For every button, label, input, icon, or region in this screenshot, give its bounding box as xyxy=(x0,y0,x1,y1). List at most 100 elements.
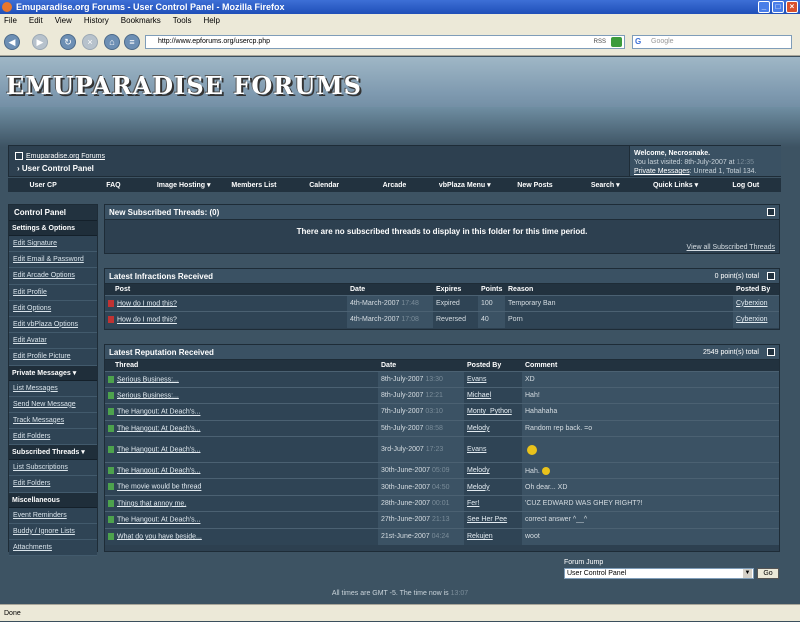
rep-thread-link[interactable]: What do you have beside... xyxy=(105,527,378,545)
nav-search[interactable]: Search ▾ xyxy=(570,181,640,189)
rep-posted-by[interactable]: Evans xyxy=(464,370,522,388)
rep-posted-by[interactable]: Melody xyxy=(464,419,522,437)
forum-logo[interactable]: EMUPARADISE FORUMS xyxy=(6,71,362,100)
breadcrumb-link[interactable]: Emuparadise.org Forums xyxy=(26,153,105,160)
reload-icon[interactable]: ↻ xyxy=(60,34,76,50)
rep-thread[interactable]: Things that annoy me. xyxy=(117,500,186,507)
back-icon[interactable]: ◀ xyxy=(4,34,20,50)
maximize-button[interactable]: □ xyxy=(772,1,784,13)
sidebar-item-attachments[interactable]: Attachments xyxy=(9,540,97,557)
rep-thread-link[interactable]: Serious Business:... xyxy=(105,370,378,388)
forum-jump-select[interactable]: User Control Panel xyxy=(564,568,754,579)
menu-history[interactable]: History xyxy=(84,14,109,28)
sidebar-item-track-messages[interactable]: Track Messages xyxy=(9,412,97,430)
view-all-subscribed-link[interactable]: View all Subscribed Threads xyxy=(687,244,775,251)
forward-icon[interactable]: ▶ xyxy=(32,34,48,50)
nav-quick-links[interactable]: Quick Links ▾ xyxy=(640,181,710,189)
sidebar-item-list-messages[interactable]: List Messages xyxy=(9,380,97,397)
history-icon[interactable]: ≡ xyxy=(124,34,140,50)
sidebar-item-buddy-ignore[interactable]: Buddy / Ignore Lists xyxy=(9,523,97,540)
rep-thread-link[interactable]: The Hangout: At Deach's... xyxy=(105,403,378,421)
close-button[interactable]: × xyxy=(786,1,798,13)
nav-log-out[interactable]: Log Out xyxy=(711,182,781,189)
rss-icon[interactable]: RSS xyxy=(594,36,606,48)
infraction-post[interactable]: How do I mod this? xyxy=(117,317,177,324)
rep-posted-by[interactable]: Melody xyxy=(464,478,522,496)
nav-arcade[interactable]: Arcade xyxy=(359,182,429,189)
rep-thread[interactable]: The Hangout: At Deach's... xyxy=(117,409,200,416)
sidebar-section-subscribed-threads[interactable]: Subscribed Threads ▾ xyxy=(9,445,97,461)
sidebar-item-send-message[interactable]: Send New Message xyxy=(9,396,97,413)
rep-posted-by[interactable]: Evans xyxy=(464,436,522,463)
subscribed-title-text: New Subscribed Threads: xyxy=(109,208,208,217)
stop-icon[interactable]: × xyxy=(82,34,98,50)
rep-thread-link[interactable]: Things that annoy me. xyxy=(105,494,378,512)
search-input[interactable]: G Google xyxy=(632,35,792,49)
sidebar-item-edit-vbplaza[interactable]: Edit vbPlaza Options xyxy=(9,316,97,334)
rep-thread-link[interactable]: The Hangout: At Deach's... xyxy=(105,419,378,437)
rep-thread[interactable]: The Hangout: At Deach's... xyxy=(117,446,200,453)
rep-thread[interactable]: The Hangout: At Deach's... xyxy=(117,517,200,524)
sidebar-item-edit-email[interactable]: Edit Email & Password xyxy=(9,252,97,269)
rep-thread-link[interactable]: The Hangout: At Deach's... xyxy=(105,511,378,529)
collapse-icon[interactable] xyxy=(767,208,775,216)
minimize-button[interactable]: _ xyxy=(758,1,770,13)
home-icon[interactable]: ⌂ xyxy=(104,34,120,50)
rep-posted-by[interactable]: Michael xyxy=(464,386,522,404)
go-icon[interactable] xyxy=(611,37,622,47)
collapse-icon[interactable] xyxy=(767,348,775,356)
rep-thread[interactable]: What do you have beside... xyxy=(117,533,202,540)
menu-help[interactable]: Help xyxy=(203,14,219,28)
infraction-posted-by[interactable]: Cyberxion xyxy=(733,294,779,312)
sidebar-item-edit-avatar[interactable]: Edit Avatar xyxy=(9,333,97,350)
sidebar-item-edit-pm-folders[interactable]: Edit Folders xyxy=(9,429,97,446)
menu-file[interactable]: File xyxy=(4,14,17,28)
no-threads-message: There are no subscribed threads to displ… xyxy=(296,227,588,236)
navigation-toolbar: ◀ ▶ ↻ × ⌂ ≡ http://www.epforums.org/user… xyxy=(0,28,800,56)
sidebar-item-edit-options[interactable]: Edit Options xyxy=(9,300,97,317)
sidebar-item-edit-sub-folders[interactable]: Edit Folders xyxy=(9,476,97,493)
private-messages-link[interactable]: Private Messages xyxy=(634,168,690,175)
menu-view[interactable]: View xyxy=(55,14,72,28)
rep-posted-by[interactable]: Monty_Python xyxy=(464,403,522,421)
nav-user-cp[interactable]: User CP xyxy=(8,182,78,189)
infraction-post-link[interactable]: How do I mod this? xyxy=(105,310,347,328)
rep-thread-link[interactable]: The Hangout: At Deach's... xyxy=(105,436,378,463)
rep-thread[interactable]: Serious Business:... xyxy=(117,392,179,399)
rep-thread-link[interactable]: The movie would be thread xyxy=(105,478,378,496)
nav-calendar[interactable]: Calendar xyxy=(289,182,359,189)
nav-vbplaza[interactable]: vbPlaza Menu ▾ xyxy=(430,181,500,189)
sidebar-section-private-messages[interactable]: Private Messages ▾ xyxy=(9,365,97,381)
infraction-posted-by[interactable]: Cyberxion xyxy=(733,310,779,328)
menu-tools[interactable]: Tools xyxy=(173,14,192,28)
rep-posted-by[interactable]: See Her Pee xyxy=(464,511,522,529)
sidebar-item-edit-signature[interactable]: Edit Signature xyxy=(9,236,97,253)
rep-posted-by[interactable]: Melody xyxy=(464,462,522,479)
rep-thread[interactable]: Serious Business:... xyxy=(117,376,179,383)
rep-thread[interactable]: The movie would be thread xyxy=(117,484,201,491)
sidebar-item-edit-arcade[interactable]: Edit Arcade Options xyxy=(9,268,97,285)
forum-jump-go-button[interactable]: Go xyxy=(757,568,779,579)
menu-edit[interactable]: Edit xyxy=(29,14,43,28)
rep-posted-by[interactable]: Fer! xyxy=(464,494,522,512)
infraction-post[interactable]: How do I mod this? xyxy=(117,300,177,307)
rep-posted-by[interactable]: Rekujen xyxy=(464,527,522,545)
rep-thread-link[interactable]: The Hangout: At Deach's... xyxy=(105,462,378,479)
infraction-post-link[interactable]: How do I mod this? xyxy=(105,294,347,312)
rep-thread[interactable]: The Hangout: At Deach's... xyxy=(117,467,200,474)
menu-bookmarks[interactable]: Bookmarks xyxy=(121,14,161,28)
nav-new-posts[interactable]: New Posts xyxy=(500,182,570,189)
nav-image-hosting[interactable]: Image Hosting ▾ xyxy=(149,181,219,189)
collapse-icon[interactable] xyxy=(767,272,775,280)
window-titlebar: Emuparadise.org Forums - User Control Pa… xyxy=(0,0,800,14)
sidebar-item-edit-profile-picture[interactable]: Edit Profile Picture xyxy=(9,349,97,366)
rep-thread[interactable]: The Hangout: At Deach's... xyxy=(117,425,200,432)
nav-faq[interactable]: FAQ xyxy=(78,182,148,189)
sidebar-item-edit-profile[interactable]: Edit Profile xyxy=(9,284,97,301)
rep-thread-link[interactable]: Serious Business:... xyxy=(105,386,378,404)
breadcrumb[interactable]: Emuparadise.org Forums xyxy=(15,152,105,160)
nav-members-list[interactable]: Members List xyxy=(219,182,289,189)
address-bar[interactable]: http://www.epforums.org/usercp.php RSS xyxy=(145,35,625,49)
sidebar-item-list-subscriptions[interactable]: List Subscriptions xyxy=(9,460,97,477)
sidebar-item-event-reminders[interactable]: Event Reminders xyxy=(9,507,97,524)
